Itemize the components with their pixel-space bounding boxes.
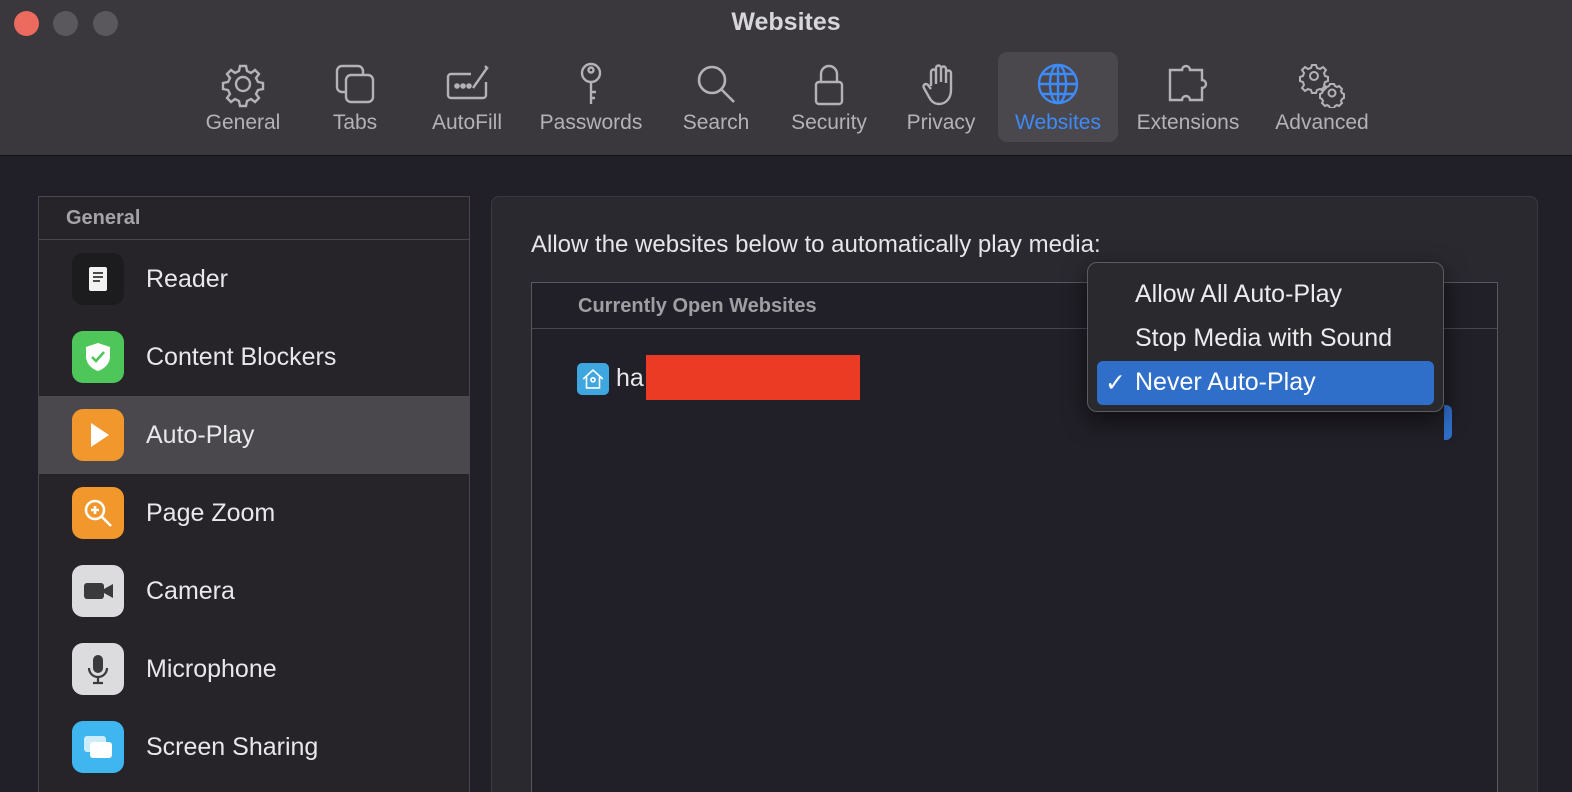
gears-icon bbox=[1299, 64, 1345, 108]
toolbar-tab-security[interactable]: Security bbox=[782, 52, 876, 142]
autoplay-setting-popup[interactable] bbox=[1444, 405, 1452, 440]
toolbar-label: AutoFill bbox=[431, 111, 503, 134]
shield-check-icon bbox=[72, 331, 124, 383]
panel-description: Allow the websites below to automaticall… bbox=[531, 231, 1101, 258]
toolbar-tab-tabs[interactable]: Tabs bbox=[318, 52, 392, 142]
sidebar-item-auto-play[interactable]: Auto-Play bbox=[39, 396, 469, 474]
menu-item-stop-media-with-sound[interactable]: Stop Media with Sound bbox=[1097, 317, 1434, 361]
sidebar-item-label: Auto-Play bbox=[146, 420, 255, 449]
sidebar-item-label: Reader bbox=[146, 264, 228, 293]
menu-item-allow-all-auto-play[interactable]: Allow All Auto-Play bbox=[1097, 273, 1434, 317]
toolbar-tab-websites[interactable]: Websites bbox=[998, 52, 1118, 142]
toolbar-tab-passwords[interactable]: Passwords bbox=[532, 52, 650, 142]
toolbar-tab-autofill[interactable]: AutoFill bbox=[422, 52, 512, 142]
sidebar-item-reader[interactable]: Reader bbox=[39, 240, 469, 318]
menu-item-label: Never Auto-Play bbox=[1135, 368, 1316, 396]
toolbar-label: Websites bbox=[1015, 111, 1101, 134]
sidebar-item-screen-sharing[interactable]: Screen Sharing bbox=[39, 708, 469, 786]
sidebar-item-label: Microphone bbox=[146, 654, 277, 683]
zoom-icon bbox=[72, 487, 124, 539]
menu-item-label: Allow All Auto-Play bbox=[1135, 280, 1343, 308]
toolbar-label: Search bbox=[682, 111, 750, 134]
menu-item-never-auto-play[interactable]: ✓ Never Auto-Play bbox=[1097, 361, 1434, 405]
preferences-window: Websites General Tabs AutoFill Passwords… bbox=[0, 0, 1572, 792]
redaction-block bbox=[646, 355, 860, 400]
website-name: ha bbox=[616, 364, 644, 392]
sidebar-section-header: General bbox=[39, 197, 469, 240]
toolbar-tab-advanced[interactable]: Advanced bbox=[1266, 52, 1378, 142]
reader-icon bbox=[72, 253, 124, 305]
sidebar-item-label: Content Blockers bbox=[146, 342, 337, 371]
toolbar-tab-privacy[interactable]: Privacy bbox=[898, 52, 984, 142]
checkmark-icon: ✓ bbox=[1105, 369, 1126, 397]
toolbar-tab-extensions[interactable]: Extensions bbox=[1128, 52, 1248, 142]
play-icon bbox=[72, 409, 124, 461]
sidebar-item-content-blockers[interactable]: Content Blockers bbox=[39, 318, 469, 396]
sidebar-item-label: Screen Sharing bbox=[146, 732, 319, 761]
toolbar-label: Advanced bbox=[1275, 111, 1369, 134]
sidebar-item-microphone[interactable]: Microphone bbox=[39, 630, 469, 708]
screen-sharing-icon bbox=[72, 721, 124, 773]
lock-icon bbox=[814, 64, 844, 106]
toolbar-label: Extensions bbox=[1136, 111, 1240, 134]
toolbar-label: Tabs bbox=[332, 111, 378, 134]
toolbar-label: Security bbox=[791, 111, 867, 134]
search-icon bbox=[697, 65, 735, 103]
toolbar-label: Passwords bbox=[539, 111, 643, 134]
toolbar-tab-search[interactable]: Search bbox=[676, 52, 756, 142]
autoplay-options-menu: Allow All Auto-Play Stop Media with Soun… bbox=[1087, 262, 1444, 412]
gear-icon bbox=[221, 64, 265, 108]
puzzle-icon bbox=[1168, 64, 1208, 102]
sidebar-item-label: Camera bbox=[146, 576, 235, 605]
hand-icon bbox=[922, 64, 953, 106]
toolbar-label: Privacy bbox=[906, 111, 976, 134]
camera-icon bbox=[72, 565, 124, 617]
microphone-icon bbox=[72, 643, 124, 695]
home-assistant-icon bbox=[577, 363, 609, 395]
sidebar-item-camera[interactable]: Camera bbox=[39, 552, 469, 630]
autofill-icon bbox=[446, 65, 489, 100]
sidebar-item-page-zoom[interactable]: Page Zoom bbox=[39, 474, 469, 552]
window-title: Websites bbox=[731, 8, 841, 36]
menu-item-label: Stop Media with Sound bbox=[1135, 324, 1393, 352]
sidebar-item-label: Page Zoom bbox=[146, 498, 276, 527]
globe-icon bbox=[1037, 63, 1079, 105]
tabs-icon bbox=[335, 64, 375, 104]
toolbar-tab-general[interactable]: General bbox=[196, 52, 290, 142]
toolbar: Websites General Tabs AutoFill Passwords… bbox=[0, 0, 1572, 156]
toolbar-label: General bbox=[205, 111, 281, 134]
sidebar: General Reader Content Blockers Auto-Pla… bbox=[38, 196, 470, 792]
key-icon bbox=[580, 62, 602, 104]
